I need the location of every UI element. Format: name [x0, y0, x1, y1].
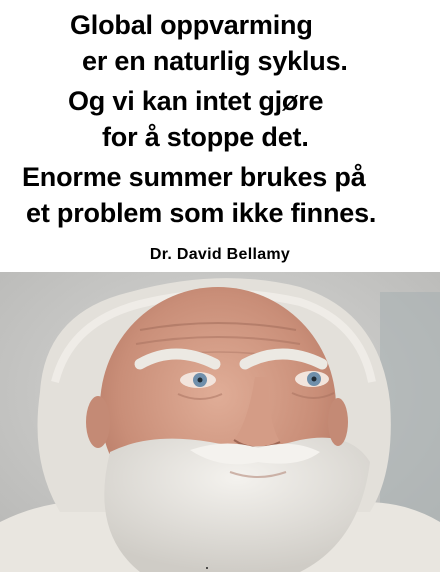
quote-line-6: et problem som ikke finnes.: [26, 198, 377, 228]
stray-dot: [206, 567, 208, 569]
quote-attribution: Dr. David Bellamy: [149, 246, 291, 263]
quote-line-1: Global oppvarming: [70, 10, 313, 40]
quote-line-4: for å stoppe det.: [102, 122, 309, 152]
quote-panel: Global oppvarming er en naturlig syklus.…: [0, 0, 440, 272]
quote-line-2: er en naturlig syklus.: [82, 46, 348, 76]
portrait-photo: [0, 272, 440, 572]
quote-line-3: Og vi kan intet gjøre: [68, 86, 324, 116]
quote-line-5: Enorme summer brukes på: [22, 162, 366, 192]
